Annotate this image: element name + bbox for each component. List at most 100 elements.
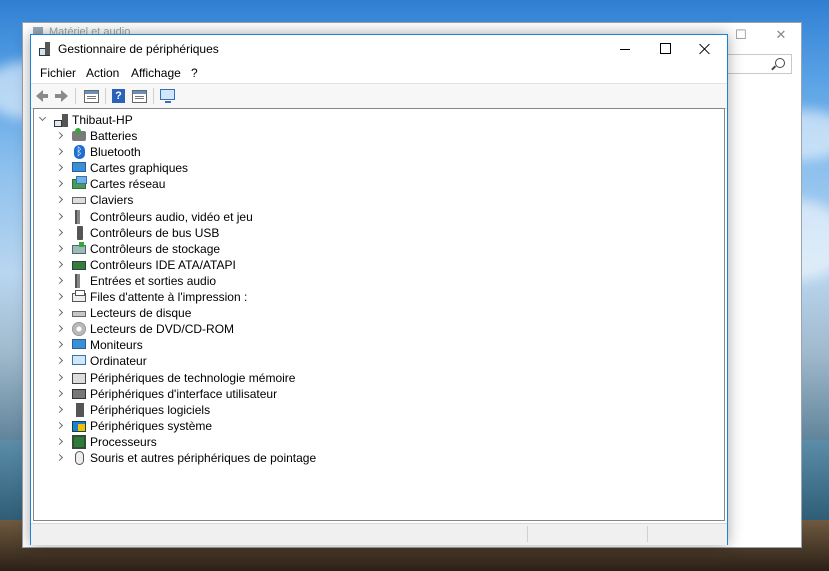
expand-icon[interactable] xyxy=(55,196,64,204)
tree-item[interactable]: Bluetooth xyxy=(34,144,714,160)
dvd-icon xyxy=(72,322,86,337)
hid-icon xyxy=(72,388,86,399)
device-tree: Thibaut-HP Batteries BluetoothCartes grap… xyxy=(33,108,725,521)
toolbar: ? xyxy=(31,83,727,109)
expand-icon[interactable] xyxy=(55,260,64,268)
tree-item-label: Moniteurs xyxy=(90,338,143,353)
expand-icon[interactable] xyxy=(55,244,64,252)
tower-part-icon xyxy=(62,114,68,127)
tree-item[interactable]: Périphériques de technologie mémoire xyxy=(34,370,714,386)
toolbar-separator xyxy=(105,88,106,104)
tree-item[interactable]: Batteries xyxy=(34,128,714,144)
toolbar-separator xyxy=(75,88,76,104)
computer-root-icon xyxy=(54,113,68,127)
bg-search-box[interactable] xyxy=(725,54,792,74)
tree-item[interactable]: Entrées et sorties audio xyxy=(34,273,714,289)
back-icon xyxy=(36,90,48,102)
expand-icon[interactable] xyxy=(55,309,64,317)
tree-item[interactable]: Lecteurs de disque xyxy=(34,305,714,321)
tree-item-label: Périphériques d'interface utilisateur xyxy=(90,386,278,401)
expand-icon[interactable] xyxy=(55,373,64,381)
tree-item[interactable]: Files d'attente à l'impression : xyxy=(34,289,714,305)
tree-item[interactable]: Périphériques logiciels xyxy=(34,402,714,418)
usb-icon xyxy=(77,225,83,240)
expand-icon[interactable] xyxy=(55,148,64,156)
back-button[interactable] xyxy=(35,88,51,104)
menu-fichier[interactable]: Fichier xyxy=(40,66,76,80)
tree-item[interactable]: Contrôleurs IDE ATA/ATAPI xyxy=(34,257,714,273)
forward-button[interactable] xyxy=(53,88,69,104)
help-button[interactable]: ? xyxy=(111,88,127,104)
battery-icon xyxy=(72,128,86,141)
tree-item-label: Bluetooth xyxy=(90,145,141,160)
tree-item[interactable]: Contrôleurs audio, vidéo et jeu xyxy=(34,209,714,225)
tree-item-label: Cartes graphiques xyxy=(90,161,189,176)
maximize-button[interactable] xyxy=(645,35,685,63)
expand-icon[interactable] xyxy=(55,164,64,172)
monitor-part-icon xyxy=(54,120,62,127)
minimize-button[interactable] xyxy=(605,35,645,63)
tree-item[interactable]: Cartes réseau xyxy=(34,176,714,192)
tree-item[interactable]: Contrôleurs de bus USB xyxy=(34,225,714,241)
scan-hardware-button[interactable] xyxy=(159,88,175,104)
tree-item-label: Lecteurs de disque xyxy=(90,306,192,321)
tree-item-label: Contrôleurs audio, vidéo et jeu xyxy=(90,209,253,224)
tree-item[interactable]: Périphériques système xyxy=(34,418,714,434)
expand-icon[interactable] xyxy=(55,292,64,301)
expand-icon[interactable] xyxy=(55,421,64,429)
menu-help[interactable]: ? xyxy=(191,66,198,80)
bg-close-button[interactable]: ✕ xyxy=(771,27,791,43)
expand-icon[interactable] xyxy=(55,228,64,236)
expand-icon[interactable] xyxy=(55,453,64,462)
tree-item[interactable]: Périphériques d'interface utilisateur xyxy=(34,386,714,402)
tree-item[interactable]: Lecteurs de DVD/CD-ROM xyxy=(34,321,714,337)
tree-item-label: Batteries xyxy=(90,129,138,143)
maximize-icon xyxy=(660,43,671,54)
ide-controller-icon xyxy=(72,260,86,270)
close-button[interactable] xyxy=(685,35,725,63)
help-icon: ? xyxy=(112,89,125,103)
expand-icon[interactable] xyxy=(55,212,64,220)
tree-item-label: Cartes réseau xyxy=(90,177,166,192)
expand-icon[interactable] xyxy=(55,131,64,140)
tree-item[interactable]: Claviers xyxy=(34,192,714,208)
tree-item[interactable]: Ordinateur xyxy=(34,353,714,369)
expand-icon[interactable] xyxy=(55,405,64,413)
status-segment xyxy=(647,526,648,542)
properties-icon xyxy=(84,90,99,103)
expand-icon[interactable] xyxy=(55,276,64,284)
tree-item[interactable]: Moniteurs xyxy=(34,337,714,353)
monitor-icon xyxy=(72,339,86,350)
menu-action[interactable]: Action xyxy=(86,66,119,80)
tree-item-label: Files d'attente à l'impression : xyxy=(90,290,248,304)
keyboard-icon xyxy=(72,197,86,205)
window-title: Gestionnaire de périphériques xyxy=(58,42,219,56)
bg-maximize-button[interactable]: ☐ xyxy=(731,27,751,43)
expand-icon[interactable] xyxy=(55,357,64,365)
bluetooth-icon xyxy=(74,144,85,160)
tree-root[interactable]: Thibaut-HP xyxy=(34,112,714,128)
expand-icon[interactable] xyxy=(55,389,64,397)
tree-root-label: Thibaut-HP xyxy=(72,113,133,127)
tree-item[interactable]: Contrôleurs de stockage xyxy=(34,241,714,257)
expand-icon[interactable] xyxy=(55,437,64,445)
view-button[interactable] xyxy=(131,88,147,104)
expand-icon[interactable] xyxy=(55,325,64,333)
audio-io-icon xyxy=(75,273,85,288)
printer-icon xyxy=(72,290,86,302)
computer-icon xyxy=(72,355,86,366)
tree-item[interactable]: Souris et autres périphériques de pointa… xyxy=(34,450,714,466)
properties-button[interactable] xyxy=(83,88,99,104)
menu-affichage[interactable]: Affichage xyxy=(131,66,181,80)
title-bar[interactable]: Gestionnaire de périphériques xyxy=(31,35,727,63)
memory-tech-icon xyxy=(72,372,86,384)
collapse-icon[interactable] xyxy=(38,113,47,122)
software-device-icon xyxy=(76,402,84,417)
toolbar-separator xyxy=(153,88,154,104)
tree-item[interactable]: Cartes graphiques xyxy=(34,160,714,176)
tree-item-label: Lecteurs de DVD/CD-ROM xyxy=(90,322,235,337)
expand-icon[interactable] xyxy=(55,341,64,349)
tree-item[interactable]: Processeurs xyxy=(34,434,714,450)
expand-icon[interactable] xyxy=(55,180,64,188)
storage-controller-icon xyxy=(72,241,86,254)
